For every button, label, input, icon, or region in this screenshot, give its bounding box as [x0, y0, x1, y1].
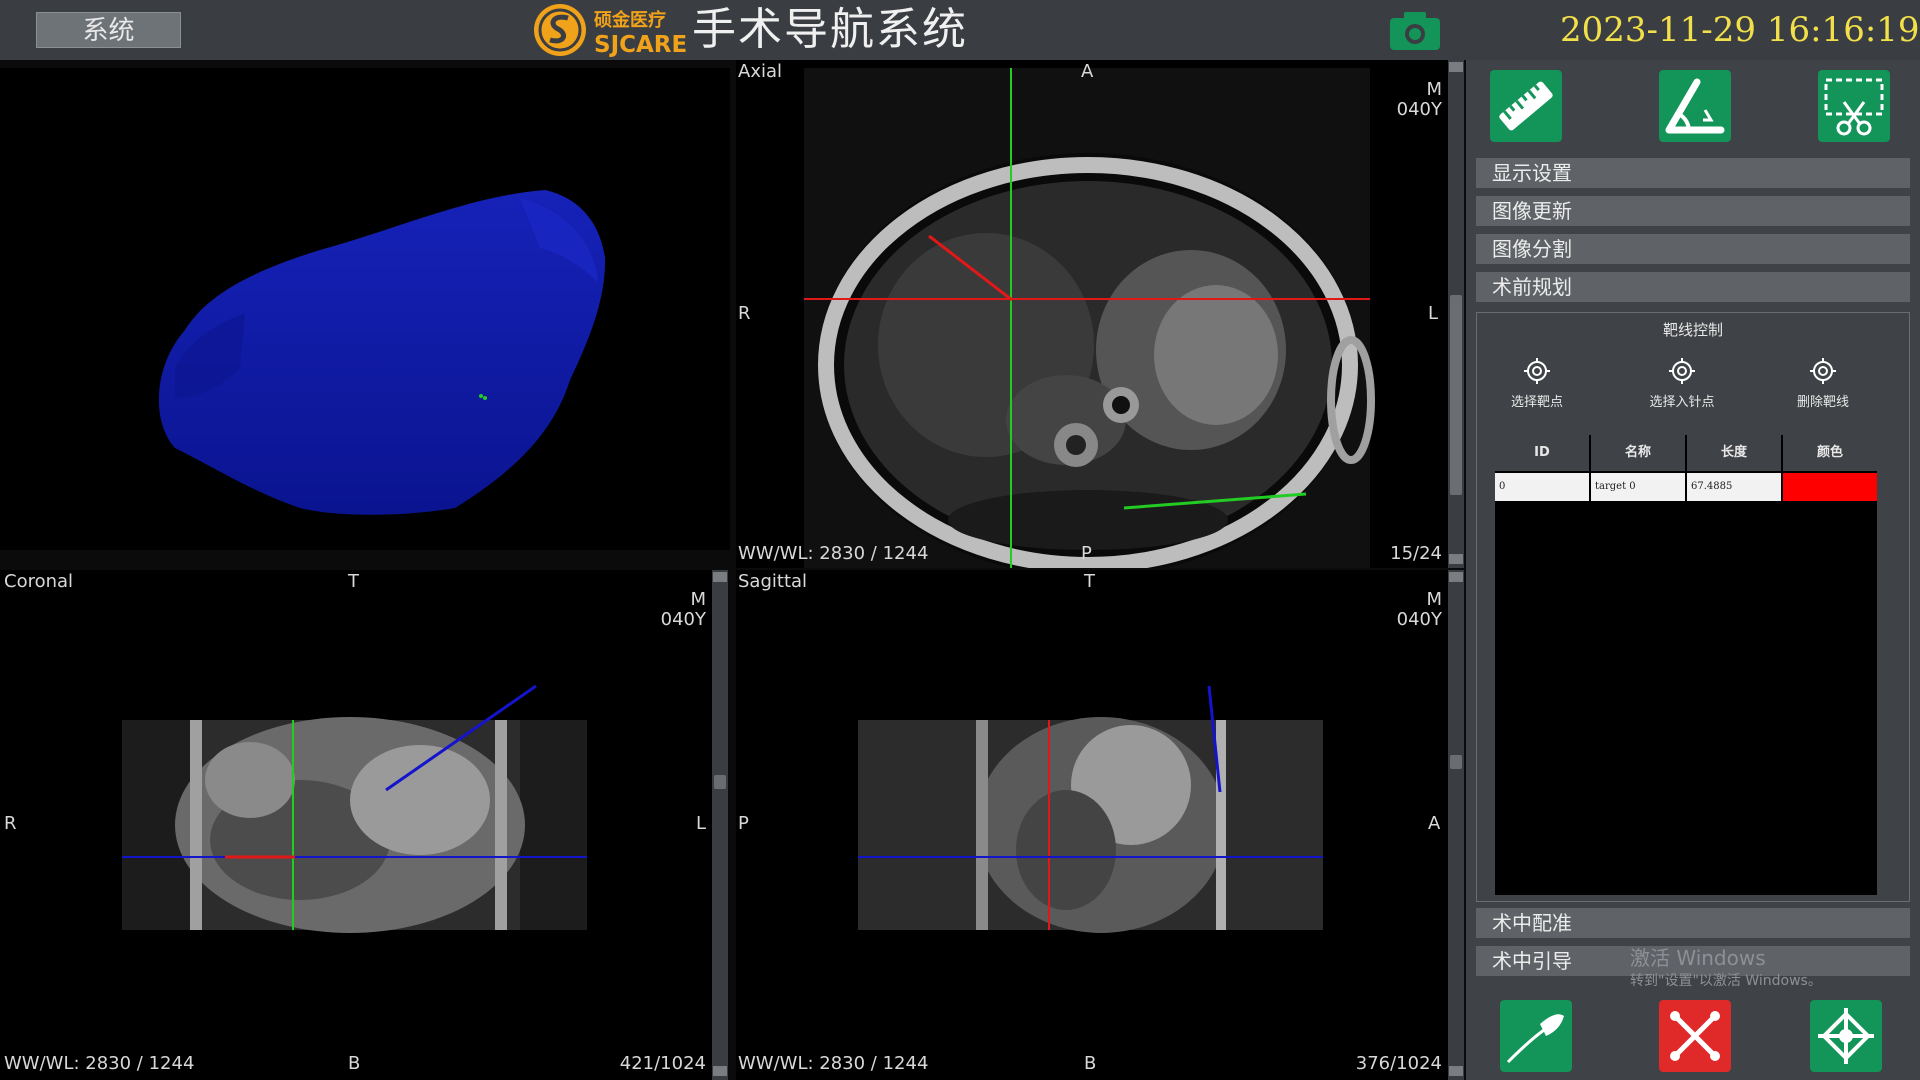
- angle-measure-icon[interactable]: [1659, 70, 1731, 142]
- table-row-length-cell[interactable]: 67.4885: [1687, 473, 1781, 501]
- menu-image-segmentation[interactable]: 图像分割: [1476, 234, 1910, 264]
- coronal-window-level: WW/WL: 2830 / 1244: [4, 1053, 195, 1074]
- axial-view-title: Axial: [738, 61, 782, 82]
- target-control-title: 靶线控制: [1662, 321, 1723, 339]
- sagittal-orient-bottom: B: [1084, 1053, 1097, 1074]
- sagittal-view-title: Sagittal: [738, 571, 808, 592]
- target-table: ID 名称 长度 颜色 0 target 0 67.4885: [1495, 435, 1877, 895]
- axial-crosshair: [804, 68, 1370, 568]
- camera-icon[interactable]: [1388, 10, 1442, 52]
- crosshair-target-icon: [1524, 358, 1550, 384]
- delete-target-line-label: 删除靶线: [1796, 395, 1849, 410]
- axial-orient-left: R: [738, 303, 751, 324]
- datetime-display: 2023-11-29 16:16:19: [1560, 10, 1920, 50]
- coronal-orient-top: T: [348, 571, 359, 592]
- column-header-color[interactable]: 颜色: [1783, 435, 1877, 471]
- sagittal-orient-left: P: [738, 813, 749, 834]
- crosshair-target-icon: [1669, 358, 1695, 384]
- scissors-crop-icon[interactable]: [1818, 70, 1890, 142]
- svg-text:硕金医疗: 硕金医疗: [594, 9, 666, 31]
- coronal-slice-number: 421/1024: [619, 1053, 706, 1074]
- axial-orient-bottom: P: [1081, 543, 1092, 564]
- coronal-crosshair: [122, 684, 587, 930]
- select-target-point-label: 选择靶点: [1510, 395, 1563, 410]
- axial-patient-age: 040Y: [1396, 99, 1442, 120]
- top-header-bar: 系统 硕金医疗 SJCARE 手术导航系统 2023-11-29 16:16:1…: [0, 0, 1920, 60]
- axial-orient-top: A: [1081, 61, 1094, 82]
- sagittal-orient-top: T: [1084, 571, 1095, 592]
- tracking-network-icon[interactable]: [1810, 1000, 1882, 1072]
- 3d-mesh-render: [158, 190, 606, 515]
- svg-text:SJCARE: SJCARE: [594, 32, 687, 58]
- coronal-orient-right: L: [696, 813, 707, 834]
- table-row-id-cell[interactable]: 0: [1495, 473, 1589, 501]
- column-header-id[interactable]: ID: [1495, 435, 1589, 471]
- target-line-control-group: 靶线控制 选择靶点 选择入针点 删除靶线 ID 名称 长度 颜色 0 targe…: [1476, 312, 1910, 902]
- sagittal-scrollbar[interactable]: [1448, 570, 1464, 1080]
- sagittal-orient-right: A: [1428, 813, 1441, 834]
- axial-scrollbar[interactable]: [1448, 60, 1464, 568]
- coronal-orient-bottom: B: [348, 1053, 361, 1074]
- menu-display-settings[interactable]: 显示设置: [1476, 158, 1910, 188]
- axial-orient-right: L: [1428, 303, 1439, 324]
- sagittal-patient-sex: M: [1426, 589, 1442, 610]
- ruler-icon[interactable]: [1490, 70, 1562, 142]
- table-row-name-cell[interactable]: target 0: [1591, 473, 1685, 501]
- select-target-point-button[interactable]: 选择靶点: [1487, 357, 1587, 421]
- sagittal-patient-age: 040Y: [1396, 609, 1442, 630]
- sagittal-view[interactable]: Sagittal T B P A M 040Y WW/WL: 2830 / 12…: [736, 570, 1448, 1080]
- table-row-color-swatch[interactable]: [1783, 473, 1877, 501]
- select-entry-point-button[interactable]: 选择入针点: [1632, 357, 1732, 421]
- control-panel: 显示设置 图像更新 图像分割 术前规划 靶线控制 选择靶点 选择入针点 删除靶线…: [1466, 60, 1920, 1080]
- coronal-patient-age: 040Y: [660, 609, 706, 630]
- menu-preop-planning[interactable]: 术前规划: [1476, 272, 1910, 302]
- sagittal-crosshair: [858, 685, 1323, 930]
- system-menu-button[interactable]: 系统: [36, 12, 181, 48]
- close-x-icon[interactable]: [1659, 1000, 1731, 1072]
- probe-icon[interactable]: [1500, 1000, 1572, 1072]
- delete-target-line-button[interactable]: 删除靶线: [1773, 357, 1873, 421]
- crosshair-target-icon: [1810, 358, 1836, 384]
- sagittal-slice-number: 376/1024: [1355, 1053, 1442, 1074]
- coronal-scrollbar[interactable]: [712, 570, 728, 1080]
- axial-window-level: WW/WL: 2830 / 1244: [738, 543, 929, 564]
- coronal-view[interactable]: Coronal T B R L M 040Y WW/WL: 2830 / 124…: [0, 570, 712, 1080]
- coronal-patient-sex: M: [690, 589, 706, 610]
- windows-activation-watermark: 激活 Windows: [1630, 946, 1766, 970]
- menu-image-update[interactable]: 图像更新: [1476, 196, 1910, 226]
- sagittal-window-level: WW/WL: 2830 / 1244: [738, 1053, 929, 1074]
- column-header-name[interactable]: 名称: [1591, 435, 1685, 471]
- company-logo: 硕金医疗 SJCARE: [534, 4, 687, 58]
- coronal-view-title: Coronal: [4, 571, 74, 592]
- axial-view[interactable]: Axial A P R L M 040Y WW/WL: 2830 / 1244 …: [736, 60, 1448, 568]
- 3d-view[interactable]: [0, 68, 730, 550]
- column-header-length[interactable]: 长度: [1687, 435, 1781, 471]
- menu-intraop-registration[interactable]: 术中配准: [1476, 908, 1910, 938]
- windows-activation-hint: 转到"设置"以激活 Windows。: [1630, 973, 1822, 989]
- app-title: 手术导航系统: [692, 4, 968, 55]
- select-entry-point-label: 选择入针点: [1649, 395, 1715, 410]
- axial-slice-number: 15/24: [1390, 543, 1442, 564]
- axial-patient-sex: M: [1426, 79, 1442, 100]
- coronal-orient-left: R: [4, 813, 17, 834]
